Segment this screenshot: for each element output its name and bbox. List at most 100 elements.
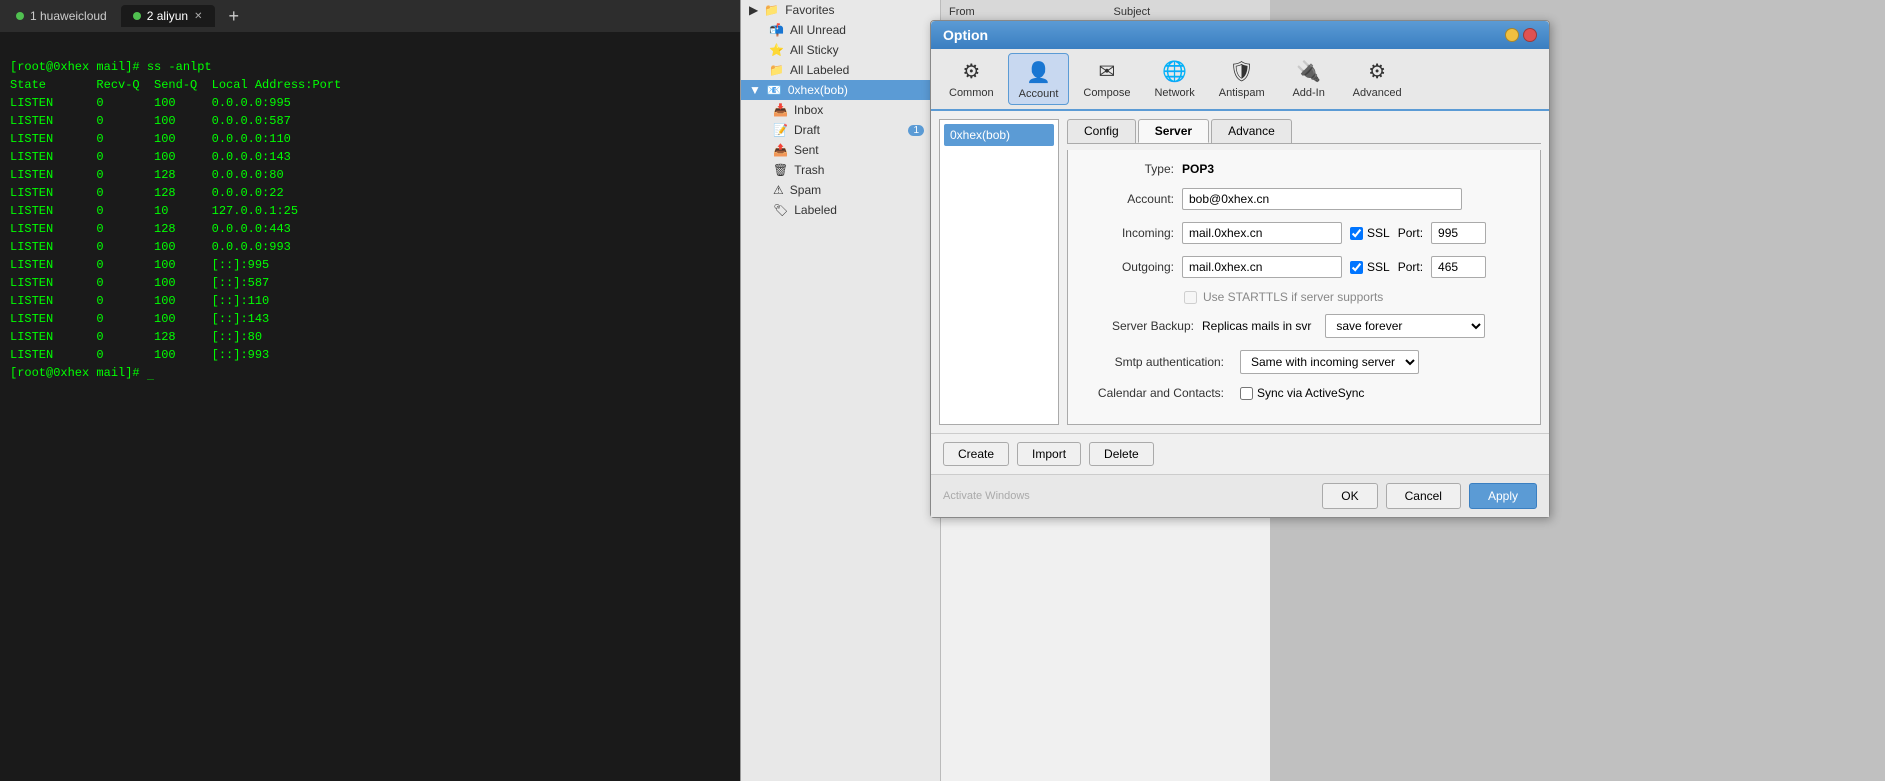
titlebar-buttons	[1505, 28, 1537, 42]
create-button[interactable]: Create	[943, 442, 1009, 466]
outgoing-ssl-label: SSL	[1367, 260, 1390, 274]
incoming-server-input[interactable]	[1182, 222, 1342, 244]
terminal-body[interactable]: [root@0xhex mail]# ss -anlpt State Recv-…	[0, 32, 740, 390]
antispam-icon: 🛡	[1228, 57, 1256, 85]
account-icon: 👤	[1025, 58, 1053, 86]
config-tab[interactable]: Config	[1067, 119, 1136, 143]
account-folder-icon: 📧	[767, 83, 782, 97]
config-body: Type: POP3 Account: Incoming: SSL P	[1067, 150, 1541, 425]
trash-icon: 🗑	[773, 163, 788, 177]
all-labeled-item[interactable]: 📁 All Labeled	[741, 60, 940, 80]
account-toolbar-label: Account	[1019, 88, 1059, 100]
type-value: POP3	[1182, 162, 1214, 176]
all-unread-item[interactable]: 📬 All Unread	[741, 20, 940, 40]
account-list-item[interactable]: 0xhex(bob)	[944, 124, 1054, 146]
delete-button[interactable]: Delete	[1089, 442, 1154, 466]
sent-label: Sent	[794, 143, 819, 157]
toolbar-network[interactable]: 🌐 Network	[1144, 53, 1204, 105]
account-group[interactable]: ▼ 📧 0xhex(bob)	[741, 80, 940, 100]
server-tab[interactable]: Server	[1138, 119, 1209, 143]
tab-aliyun[interactable]: 2 aliyun ✕	[121, 5, 215, 27]
draft-item[interactable]: 📝 Draft 1	[741, 120, 940, 140]
sent-icon: 📤	[773, 143, 788, 157]
outgoing-row: Outgoing: SSL Port:	[1084, 256, 1524, 278]
dialog-titlebar: Option	[931, 21, 1549, 49]
inbox-label: Inbox	[794, 103, 823, 117]
favorites-group[interactable]: ▶ 📁 Favorites	[741, 0, 940, 20]
server-backup-select[interactable]: save forever 1 month 3 months 1 year nev…	[1325, 314, 1485, 338]
all-labeled-label: All Labeled	[790, 63, 849, 77]
sent-item[interactable]: 📤 Sent	[741, 140, 940, 160]
dialog-title: Option	[943, 27, 988, 43]
outgoing-label: Outgoing:	[1084, 260, 1174, 274]
favorites-label: Favorites	[785, 3, 834, 17]
ok-button[interactable]: OK	[1322, 483, 1377, 509]
account-arrow-icon: ▼	[749, 83, 761, 97]
smtp-auth-select[interactable]: Same with incoming server No authenticat…	[1240, 350, 1419, 374]
labeled-item[interactable]: 🏷 Labeled	[741, 200, 940, 220]
toolbar-advanced[interactable]: ⚙ Advanced	[1343, 53, 1412, 105]
account-row: Account:	[1084, 188, 1524, 210]
outgoing-port-input[interactable]	[1431, 256, 1486, 278]
toolbar-addin[interactable]: 🔌 Add-In	[1279, 53, 1339, 105]
inbox-item[interactable]: 📥 Inbox	[741, 100, 940, 120]
close-button[interactable]	[1523, 28, 1537, 42]
trash-item[interactable]: 🗑 Trash	[741, 160, 940, 180]
add-tab-button[interactable]: +	[217, 2, 252, 31]
tab-huaweicloud[interactable]: 1 huaweicloud	[4, 5, 119, 27]
tab-dot-1	[16, 12, 24, 20]
create-import-row: Create Import Delete	[931, 433, 1549, 474]
incoming-port-label: Port:	[1398, 226, 1423, 240]
advance-tab[interactable]: Advance	[1211, 119, 1292, 143]
draft-icon: 📝	[773, 123, 788, 137]
outgoing-server-input[interactable]	[1182, 256, 1342, 278]
inbox-icon: 📥	[773, 103, 788, 117]
favorites-arrow-icon: ▶	[749, 3, 758, 17]
incoming-row: Incoming: SSL Port:	[1084, 222, 1524, 244]
incoming-ssl-label: SSL	[1367, 226, 1390, 240]
dialog-footer: Activate Windows OK Cancel Apply	[931, 474, 1549, 517]
network-label: Network	[1154, 87, 1194, 99]
toolbar-antispam[interactable]: 🛡 Antispam	[1209, 53, 1275, 105]
draft-label: Draft	[794, 123, 820, 137]
outgoing-ssl-checkbox[interactable]: SSL	[1350, 260, 1390, 274]
sync-activesync-checkbox[interactable]: Sync via ActiveSync	[1240, 386, 1364, 400]
account-input[interactable]	[1182, 188, 1462, 210]
spam-item[interactable]: ⚠ Spam	[741, 180, 940, 200]
incoming-ssl-checkbox[interactable]: SSL	[1350, 226, 1390, 240]
outgoing-ssl-check[interactable]	[1350, 261, 1363, 274]
account-label: 0xhex(bob)	[788, 83, 848, 97]
minimize-button[interactable]	[1505, 28, 1519, 42]
outgoing-port-label: Port:	[1398, 260, 1423, 274]
type-row: Type: POP3	[1084, 162, 1524, 176]
dialog-toolbar: ⚙ Common 👤 Account ✉ Compose 🌐 Network 🛡…	[931, 49, 1549, 111]
activate-windows-text: Activate Windows	[943, 490, 1030, 502]
favorites-folder-icon: 📁	[764, 3, 779, 17]
toolbar-common[interactable]: ⚙ Common	[939, 53, 1004, 105]
close-tab-icon[interactable]: ✕	[194, 11, 202, 22]
apply-button[interactable]: Apply	[1469, 483, 1537, 509]
common-icon: ⚙	[957, 57, 985, 85]
sync-activesync-check[interactable]	[1240, 387, 1253, 400]
sync-activesync-label: Sync via ActiveSync	[1257, 386, 1364, 400]
tab-dot-2	[133, 12, 141, 20]
toolbar-compose[interactable]: ✉ Compose	[1073, 53, 1140, 105]
compose-icon: ✉	[1093, 57, 1121, 85]
labeled-icon: 🏷	[773, 203, 788, 217]
all-sticky-item[interactable]: ⭐ All Sticky	[741, 40, 940, 60]
toolbar-account[interactable]: 👤 Account	[1008, 53, 1070, 105]
dialog-content: 0xhex(bob) Config Server Advance Type: P…	[931, 111, 1549, 433]
incoming-port-input[interactable]	[1431, 222, 1486, 244]
import-button[interactable]: Import	[1017, 442, 1081, 466]
starttls-checkbox[interactable]	[1184, 291, 1197, 304]
advanced-label: Advanced	[1353, 87, 1402, 99]
incoming-ssl-check[interactable]	[1350, 227, 1363, 240]
addin-icon: 🔌	[1295, 57, 1323, 85]
tab-label-2: 2 aliyun	[147, 9, 188, 23]
trash-label: Trash	[794, 163, 824, 177]
common-label: Common	[949, 87, 994, 99]
cancel-button[interactable]: Cancel	[1386, 483, 1461, 509]
all-unread-icon: 📬	[769, 23, 784, 37]
option-dialog: Option ⚙ Common 👤 Account ✉ Compose 🌐 Ne…	[930, 20, 1550, 518]
terminal-content: [root@0xhex mail]# ss -anlpt State Recv-…	[10, 60, 341, 380]
